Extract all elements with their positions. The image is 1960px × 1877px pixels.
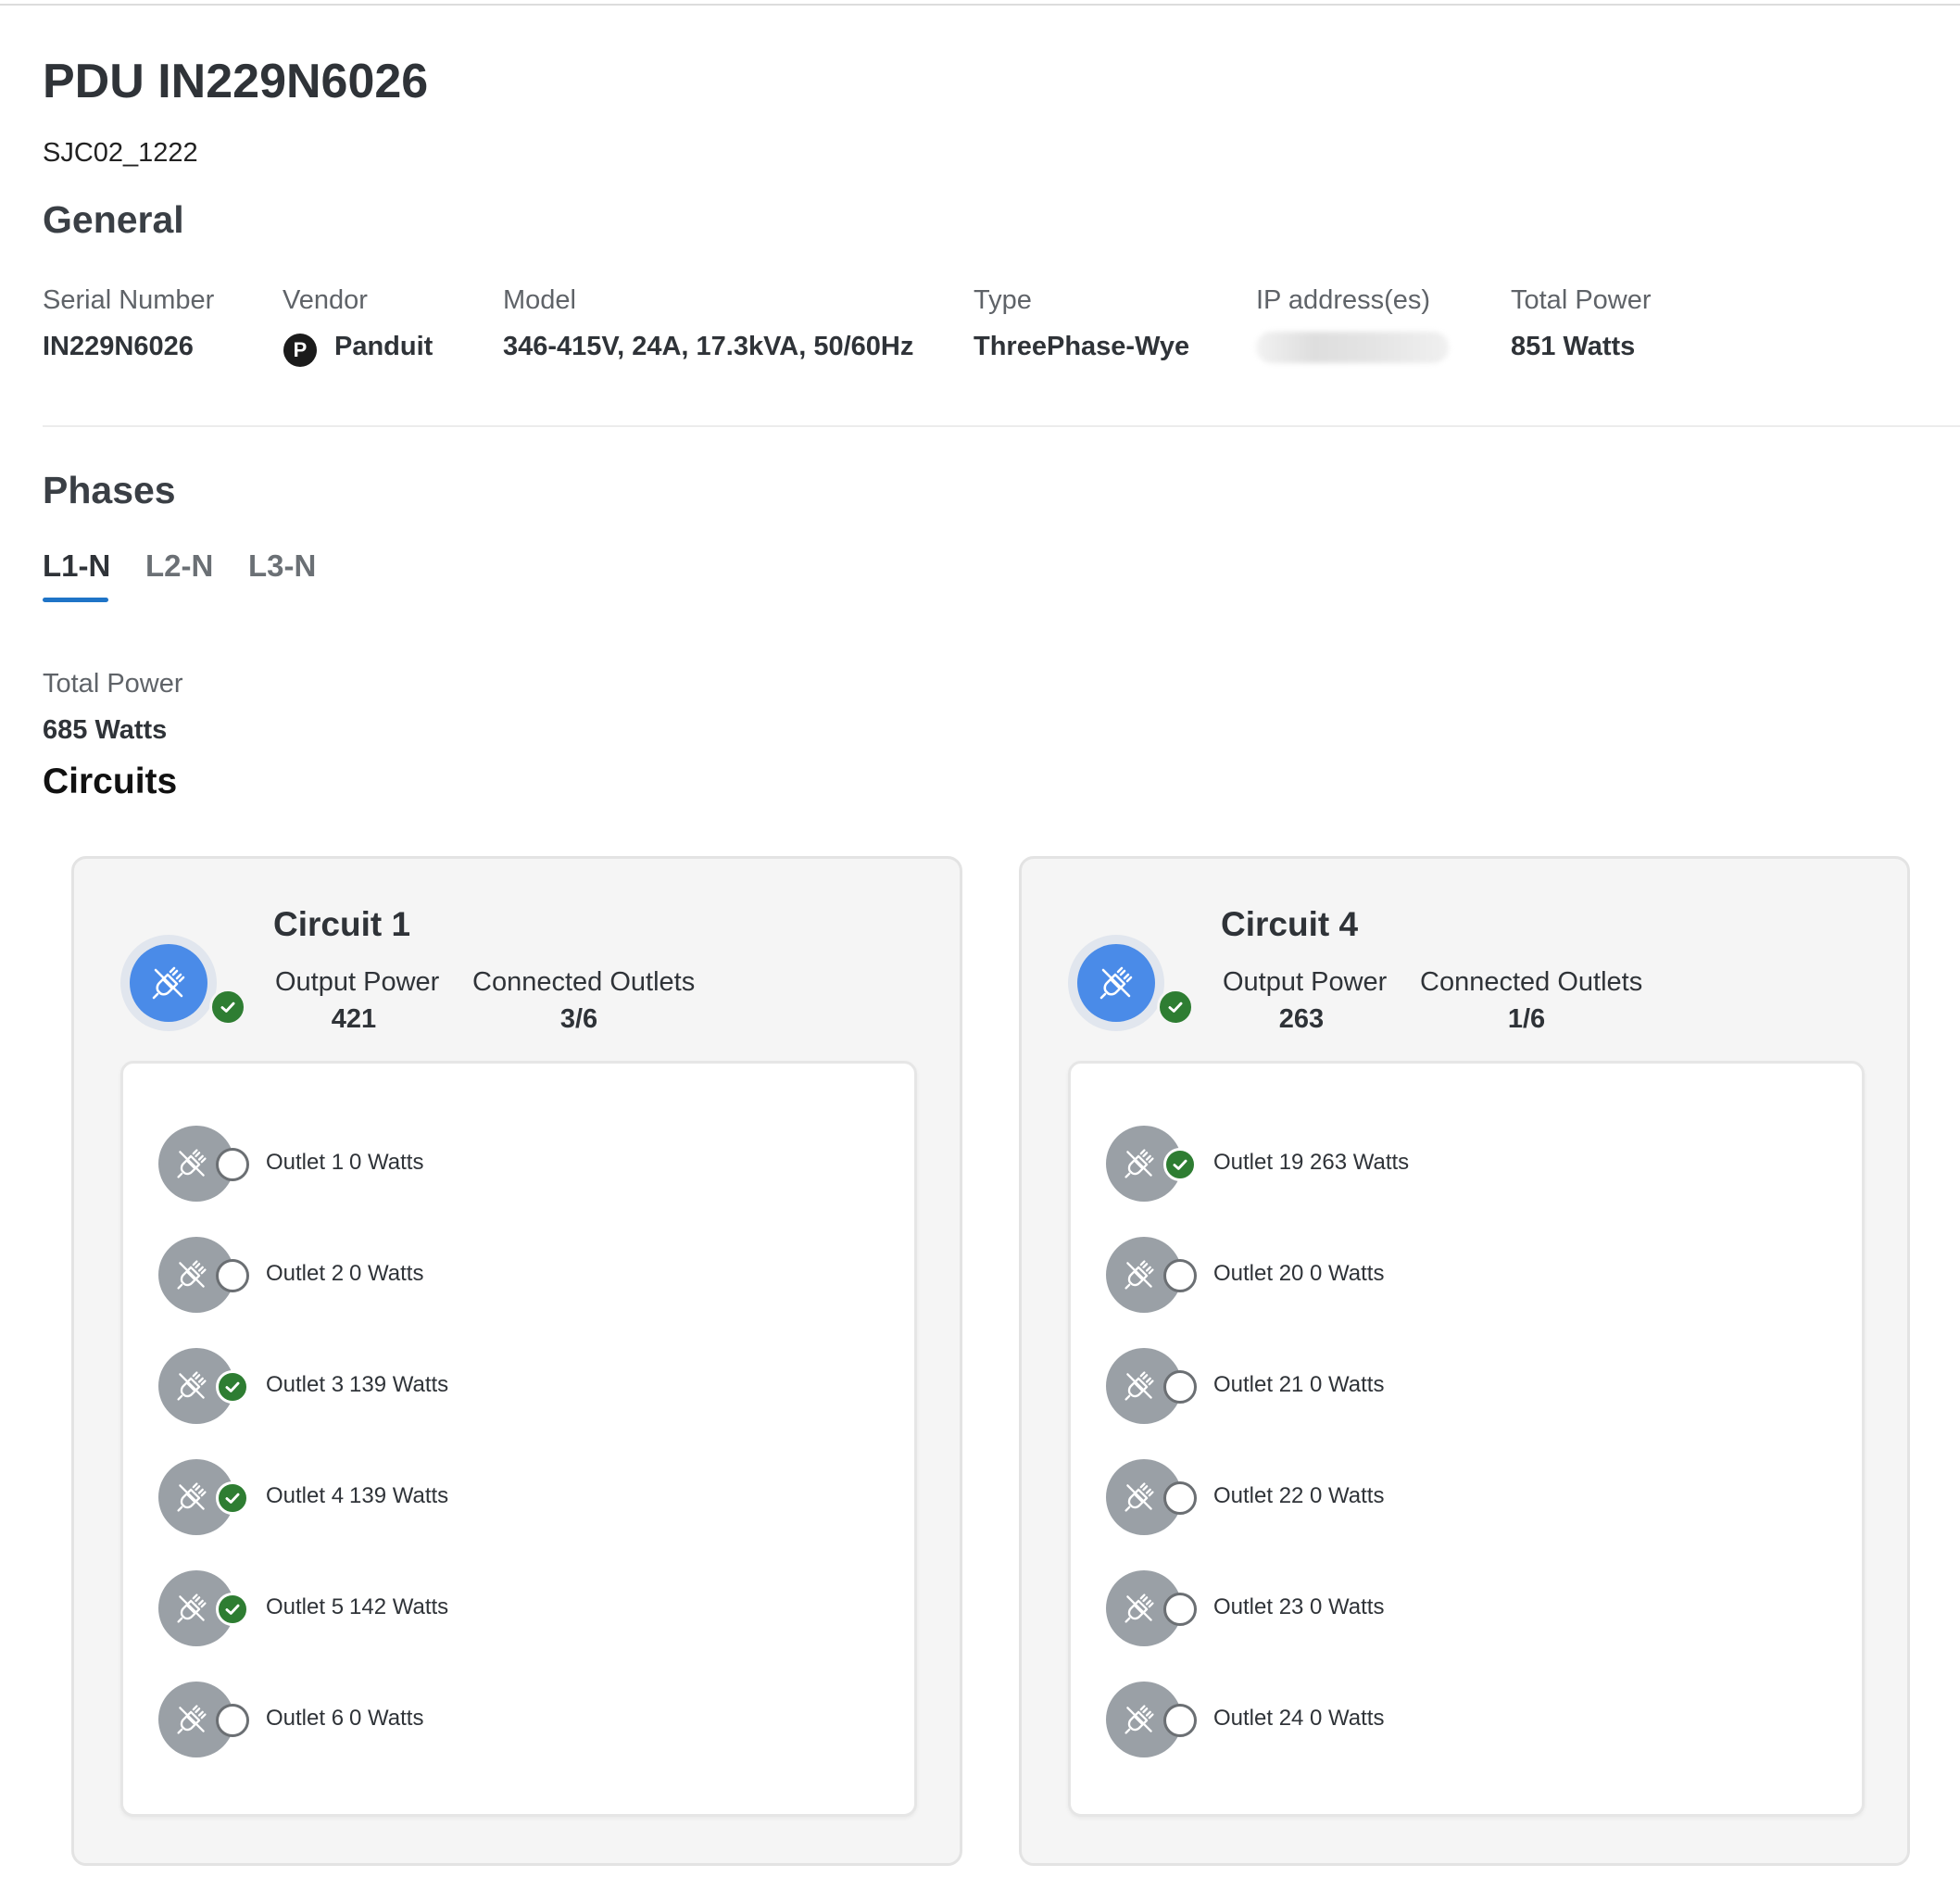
check-circle-icon — [209, 989, 246, 1026]
output-power-label: Output Power — [1223, 967, 1388, 997]
outlet-row[interactable]: Outlet 22 0 Watts — [1106, 1459, 1828, 1537]
vendor-logo: P — [283, 334, 317, 367]
empty-circle-icon — [1163, 1259, 1197, 1292]
outlet-name: Outlet 24 — [1213, 1706, 1304, 1731]
outlet-row[interactable]: Outlet 60 Watts — [158, 1682, 881, 1759]
outlet-power: 139 Watts — [349, 1372, 449, 1397]
tab-l2-n[interactable]: L2-N — [145, 548, 213, 584]
outlet-power: 139 Watts — [349, 1483, 449, 1508]
outlet-power: 0 Watts — [1310, 1594, 1385, 1619]
circuit-icon-container — [1068, 935, 1164, 1031]
connected-outlets-label: Connected Outlets — [472, 967, 696, 997]
outlet-row[interactable]: Outlet 4 139 Watts — [158, 1459, 881, 1537]
phases-heading: Phases — [43, 469, 176, 511]
outlet-power: 263 Watts — [1310, 1150, 1410, 1175]
type-label: Type — [974, 285, 1032, 315]
serial-number-value: IN229N6026 — [43, 332, 194, 361]
outlet-power: 0 Watts — [1310, 1261, 1385, 1286]
outlet-name: Outlet 22 — [1213, 1483, 1304, 1508]
outlet-name: Outlet 19 — [1213, 1150, 1304, 1175]
circuits-heading: Circuits — [43, 762, 178, 801]
page-subtitle: SJC02_1222 — [43, 138, 198, 168]
general-heading: General — [43, 198, 184, 241]
phase-total-power-label: Total Power — [43, 669, 183, 699]
outlet-name: Outlet 21 — [1213, 1372, 1304, 1397]
outlet-name: Outlet 5 — [266, 1594, 345, 1619]
empty-circle-icon — [1163, 1370, 1197, 1404]
circuit-name: Circuit 4 — [1221, 905, 1359, 943]
outlet-power: 142 Watts — [349, 1594, 449, 1619]
power-plug-off-icon — [1077, 944, 1155, 1022]
outlet-row[interactable]: Outlet 20 0 Watts — [1106, 1237, 1828, 1315]
serial-number-label: Serial Number — [43, 285, 215, 315]
output-power-value: 263 — [1278, 1004, 1325, 1034]
outlet-row[interactable]: Outlet 20 Watts — [158, 1237, 881, 1315]
tab-l3-n[interactable]: L3-N — [248, 548, 316, 584]
empty-circle-icon — [216, 1148, 249, 1181]
connected-outlets-value: 3/6 — [559, 1004, 598, 1034]
outlet-row[interactable]: Outlet 19 263 Watts — [1106, 1126, 1828, 1203]
outlet-name: Outlet 6 — [266, 1706, 345, 1731]
empty-circle-icon — [216, 1704, 249, 1737]
circuit-card: Circuit 4 Output Power 263 Connected Outlet… — [1019, 856, 1910, 1866]
check-circle-icon — [216, 1481, 249, 1515]
check-circle-icon — [216, 1593, 249, 1626]
empty-circle-icon — [1163, 1593, 1197, 1626]
outlet-row[interactable]: Outlet 24 0 Watts — [1106, 1682, 1828, 1759]
circuit-card: Circuit 1 Output Power 421 Connected Outlet… — [71, 856, 962, 1866]
outlet-power: 0 Watts — [1310, 1372, 1385, 1397]
outlets-panel: Outlet 19 263 Watts Outlet 20 0 Watts Outlet… — [1068, 1061, 1865, 1817]
phase-total-power-value: 685 Watts — [43, 715, 168, 745]
outlet-name: Outlet 4 — [266, 1483, 345, 1508]
outlet-power: 0 Watts — [1310, 1483, 1385, 1508]
outlet-row[interactable]: Outlet 23 0 Watts — [1106, 1570, 1828, 1648]
connected-outlets-value: 1/6 — [1507, 1004, 1546, 1034]
vendor-value: Panduit — [334, 332, 433, 361]
tab-l1-n[interactable]: L1-N — [43, 548, 110, 584]
outlet-name: Outlet 23 — [1213, 1594, 1304, 1619]
outlet-name: Outlet 3 — [266, 1372, 345, 1397]
power-plug-off-icon — [130, 944, 207, 1022]
outlets-panel: Outlet 10 Watts Outlet 20 Watts Outlet 3 13… — [120, 1061, 917, 1817]
check-circle-icon — [1157, 989, 1194, 1026]
connected-outlets-label: Connected Outlets — [1420, 967, 1643, 997]
circuit-icon-container — [120, 935, 217, 1031]
total-power-label: Total Power — [1511, 285, 1652, 315]
total-power-value: 851 Watts — [1511, 332, 1636, 361]
ip-address-value-redacted — [1256, 332, 1449, 363]
outlet-row[interactable]: Outlet 3 139 Watts — [158, 1348, 881, 1426]
outlet-power: 0 Watts — [1310, 1706, 1385, 1731]
outlet-row[interactable]: Outlet 21 0 Watts — [1106, 1348, 1828, 1426]
circuit-name: Circuit 1 — [273, 905, 411, 943]
check-circle-icon — [216, 1370, 249, 1404]
active-tab-indicator — [43, 598, 108, 602]
outlet-name: Outlet 2 — [266, 1261, 345, 1286]
output-power-label: Output Power — [275, 967, 440, 997]
outlet-power: 0 Watts — [349, 1261, 424, 1286]
empty-circle-icon — [1163, 1704, 1197, 1737]
check-circle-icon — [1163, 1148, 1197, 1181]
empty-circle-icon — [1163, 1481, 1197, 1515]
ip-address-label: IP address(es) — [1256, 285, 1431, 315]
page-title: PDU IN229N6026 — [43, 55, 429, 108]
outlet-power: 0 Watts — [349, 1150, 424, 1175]
section-divider — [43, 425, 1960, 427]
vendor-label: Vendor — [283, 285, 368, 315]
model-value: 346-415V, 24A, 17.3kVA, 50/60Hz — [503, 332, 914, 361]
outlet-row[interactable]: Outlet 10 Watts — [158, 1126, 881, 1203]
output-power-value: 421 — [331, 1004, 377, 1034]
outlet-name: Outlet 1 — [266, 1150, 345, 1175]
outlet-row[interactable]: Outlet 5 142 Watts — [158, 1570, 881, 1648]
top-border — [0, 0, 1960, 6]
empty-circle-icon — [216, 1259, 249, 1292]
outlet-name: Outlet 20 — [1213, 1261, 1304, 1286]
model-label: Model — [503, 285, 576, 315]
type-value: ThreePhase-Wye — [974, 332, 1190, 361]
outlet-power: 0 Watts — [349, 1706, 424, 1731]
